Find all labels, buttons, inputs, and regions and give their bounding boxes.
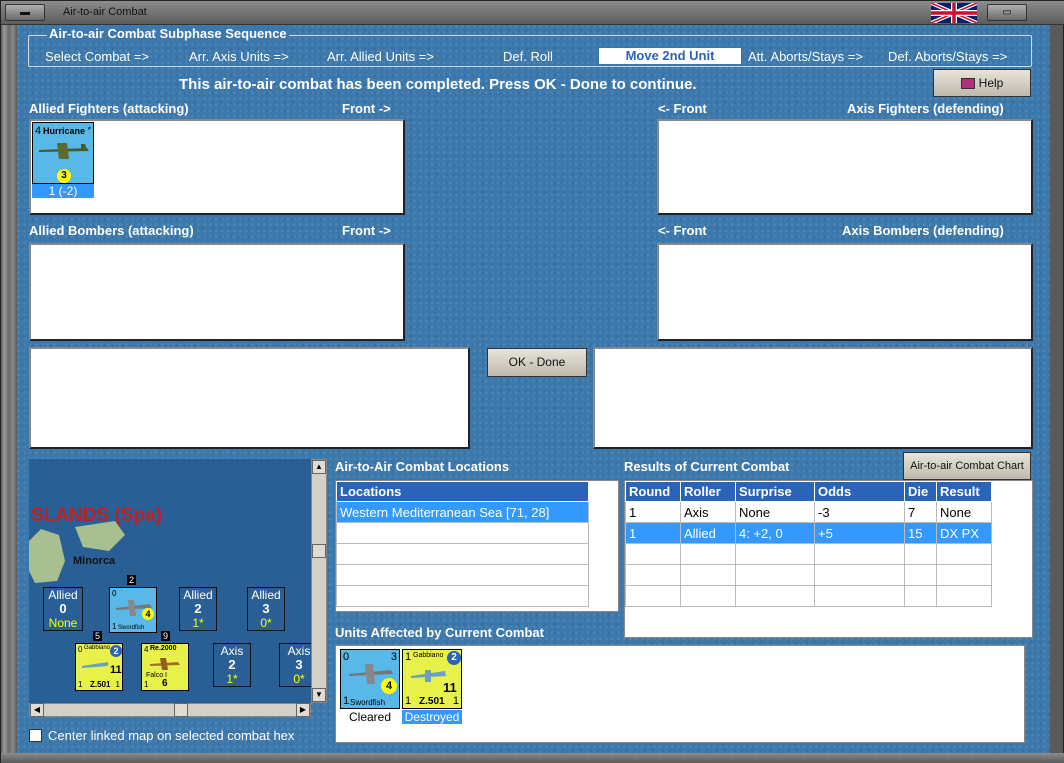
stack-number: 5 (93, 631, 103, 641)
location-row[interactable]: Western Mediterranean Sea [71, 28] (336, 501, 589, 523)
axis-fighters-panel[interactable] (657, 119, 1033, 215)
scroll-left-arrow-icon[interactable]: ◀ (30, 703, 44, 717)
col-odds: Odds (814, 481, 905, 502)
allied-bombers-panel[interactable] (29, 243, 405, 341)
col-surprise: Surprise (735, 481, 815, 502)
center-map-label: Center linked map on selected combat hex (48, 728, 295, 743)
map-box-allied-0[interactable]: Allied 0 None (43, 587, 83, 631)
re2000-plane-icon (150, 658, 180, 670)
result-row[interactable] (625, 564, 992, 586)
sequence-legend: Air-to-air Combat Subphase Sequence (47, 26, 289, 41)
step-arr-axis: Arr. Axis Units => (189, 49, 289, 64)
combat-chart-button[interactable]: Air-to-air Combat Chart (903, 452, 1031, 480)
allied-fighters-label: Allied Fighters (attacking) (29, 101, 189, 116)
result-row[interactable]: 1 Axis None -3 7 None (625, 501, 992, 523)
combat-panel: Air-to-air Combat Subphase Sequence Sele… (17, 25, 1050, 753)
help-book-icon (960, 78, 975, 90)
hurricane-name: Hurricane (43, 126, 86, 136)
hurricane-counter[interactable]: 4 Hurricane * 3 1 (-2) (32, 122, 94, 198)
region-label: SLANDS (Spa) (31, 505, 162, 526)
front-right-label-2: Front -> (342, 223, 391, 238)
bottom-frame (1, 753, 1064, 763)
island-label: Minorca (73, 555, 116, 567)
minimize-button[interactable]: ▬ (5, 4, 45, 21)
front-left-label-2: <- Front (658, 223, 707, 238)
location-row[interactable] (336, 522, 589, 544)
step-move-2nd-unit: Move 2nd Unit (599, 48, 741, 64)
front-right-label: Front -> (342, 101, 391, 116)
affected-swordfish[interactable]: 0 3 4 1 Swordfish Cleared (340, 649, 400, 724)
center-map-checkbox-row[interactable]: Center linked map on selected combat hex (29, 727, 331, 745)
subphase-sequence: Air-to-air Combat Subphase Sequence Sele… (28, 26, 1032, 67)
map-swordfish-counter[interactable]: 0 4 1 Swordfish (109, 587, 157, 633)
ok-done-button[interactable]: OK - Done (487, 348, 587, 377)
step-arr-allied: Arr. Allied Units => (327, 49, 434, 64)
status-destroyed: Destroyed (402, 710, 462, 724)
col-result: Result (936, 481, 992, 502)
title-bar: ▬ Air-to-air Combat ▭ (1, 1, 1064, 25)
map-box-axis-2[interactable]: Axis 2 1* (213, 643, 251, 687)
locations-grid[interactable]: Locations Western Mediterranean Sea [71,… (335, 480, 619, 612)
restore-button[interactable]: ▭ (987, 4, 1027, 21)
allied-bombers-label: Allied Bombers (attacking) (29, 223, 194, 238)
col-roller: Roller (680, 481, 736, 502)
scroll-thumb-horizontal[interactable] (174, 703, 188, 717)
locations-title: Air-to-Air Combat Locations (335, 459, 510, 474)
map-re2000-counter[interactable]: 4 Re.2000 Falco I 1 6 (141, 643, 189, 691)
affected-gabbiano[interactable]: 1 Gabbiano 2 11 1 Z.501 1 Destroyed (402, 649, 462, 724)
help-button[interactable]: Help (933, 69, 1031, 97)
status-cleared: Cleared (348, 710, 392, 724)
map-vertical-scrollbar[interactable]: ▲ ▼ (311, 459, 327, 703)
locations-header: Locations (336, 481, 589, 502)
stack-number: 9 (161, 631, 171, 641)
location-row[interactable] (336, 585, 589, 607)
step-def-aborts: Def. Aborts/Stays => (888, 49, 1008, 64)
step-def-roll: Def. Roll (503, 49, 553, 64)
location-row[interactable] (336, 564, 589, 586)
map-box-axis-3[interactable]: Axis 3 0* (279, 643, 311, 687)
status-message: This air-to-air combat has been complete… (179, 76, 697, 93)
result-row[interactable]: 1 Allied 4: +2, 0 +5 15 DX PX (625, 522, 992, 544)
allied-fighters-panel[interactable]: 4 Hurricane * 3 1 (-2) (29, 119, 405, 215)
scroll-thumb-vertical[interactable] (312, 544, 326, 558)
left-message-panel (29, 347, 470, 449)
map-box-allied-2[interactable]: Allied 2 1* (179, 587, 217, 631)
map-horizontal-scrollbar[interactable]: ◀ ▶ (29, 703, 311, 717)
map-gabbiano-counter[interactable]: 0 Gabbiano 2 11 1 Z.501 1 (75, 643, 123, 691)
uk-flag-icon (931, 3, 977, 23)
front-left-label: <- Front (658, 101, 707, 116)
results-title: Results of Current Combat (624, 459, 790, 474)
stack-number: 2 (127, 575, 137, 585)
col-die: Die (904, 481, 937, 502)
location-row[interactable] (336, 543, 589, 565)
gabbiano-plane-icon (82, 662, 108, 668)
center-map-checkbox[interactable] (29, 729, 42, 742)
scroll-right-arrow-icon[interactable]: ▶ (296, 703, 310, 717)
scroll-up-arrow-icon[interactable]: ▲ (312, 460, 326, 474)
affected-title: Units Affected by Current Combat (335, 625, 544, 640)
linked-map[interactable]: SLANDS (Spa) Minorca Allied 0 None Allie… (29, 459, 311, 709)
hurricane-plane-icon (39, 143, 89, 159)
col-round: Round (625, 481, 681, 502)
axis-fighters-label: Axis Fighters (defending) (847, 101, 1004, 116)
right-message-panel (593, 347, 1033, 449)
result-row[interactable] (625, 543, 992, 565)
window: ▬ Air-to-air Combat ▭ Air-to-air Combat … (0, 0, 1064, 763)
axis-bombers-panel[interactable] (657, 243, 1033, 341)
result-row[interactable] (625, 585, 992, 607)
step-att-aborts: Att. Aborts/Stays => (748, 49, 863, 64)
axis-bombers-label: Axis Bombers (defending) (842, 223, 1004, 238)
step-select-combat: Select Combat => (45, 49, 150, 64)
affected-units-panel: 0 3 4 1 Swordfish Cleared 1 Gabbiano 2 1… (335, 645, 1025, 743)
hurricane-caption: 1 (-2) (32, 184, 94, 198)
window-title: Air-to-air Combat (63, 6, 147, 18)
scroll-down-arrow-icon[interactable]: ▼ (312, 688, 326, 702)
results-grid[interactable]: Round Roller Surprise Odds Die Result 1A… (624, 480, 1033, 638)
map-box-allied-3[interactable]: Allied 3 0* (247, 587, 285, 631)
